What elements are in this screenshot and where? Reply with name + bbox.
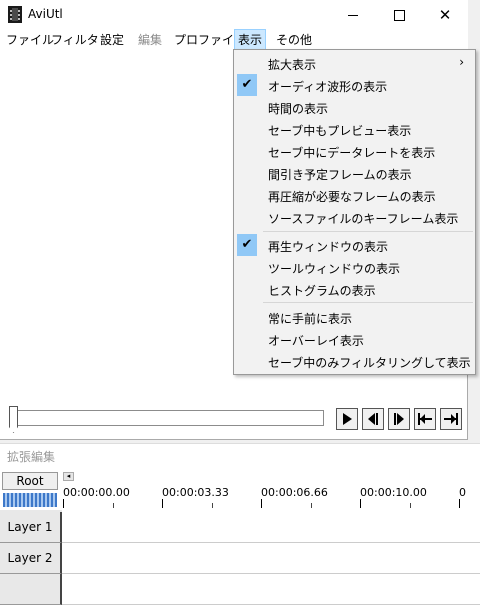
layer-3-header[interactable]: [0, 574, 62, 605]
menu-item-overlay[interactable]: オーバーレイ表示: [235, 328, 474, 350]
view-menu-dropdown: 拡大表示 › ✔ オーディオ波形の表示 時間の表示 セーブ中もプレビュー表示 セ…: [233, 49, 476, 375]
step-back-icon: [368, 413, 378, 425]
root-button[interactable]: Root: [2, 472, 58, 490]
menu-item-recompress-frames[interactable]: 再圧縮が必要なフレームの表示: [235, 184, 474, 206]
time-label: 00:00:00.00: [63, 486, 130, 499]
close-button[interactable]: ✕: [422, 0, 468, 30]
submenu-arrow-icon: ›: [459, 55, 464, 69]
time-label: 00:00:10.00: [360, 486, 427, 499]
menu-item-audio-waveform[interactable]: ✔ オーディオ波形の表示: [235, 74, 474, 96]
layer-1-track[interactable]: [62, 512, 480, 543]
menu-item-label: セーブ中にデータレートを表示: [268, 146, 436, 160]
go-to-end-button[interactable]: [440, 408, 462, 430]
menu-item-data-rate[interactable]: セーブ中にデータレートを表示: [235, 140, 474, 162]
ruler-tick: [261, 499, 262, 508]
layer-2-header[interactable]: Layer 2: [0, 543, 62, 574]
menu-item-always-on-top[interactable]: 常に手前に表示: [235, 306, 474, 328]
layer-1-header[interactable]: Layer 1: [0, 512, 62, 543]
menu-separator: [263, 231, 473, 232]
ruler-tick: [63, 499, 64, 508]
menu-separator: [263, 302, 473, 303]
menu-filter[interactable]: フィルタ: [48, 30, 102, 50]
maximize-button[interactable]: [376, 0, 422, 30]
menu-item-zoom[interactable]: 拡大表示 ›: [235, 52, 474, 74]
menu-item-preview-while-saving[interactable]: セーブ中もプレビュー表示: [235, 118, 474, 140]
next-frame-button[interactable]: [388, 408, 410, 430]
menu-item-label: セーブ中のみフィルタリングして表示: [268, 356, 471, 370]
go-to-start-button[interactable]: [414, 408, 436, 430]
scroll-left-icon[interactable]: ◂: [63, 472, 74, 481]
skip-start-icon: [418, 413, 432, 425]
menu-item-playback-window[interactable]: ✔ 再生ウィンドウの表示: [235, 234, 474, 256]
menu-item-label: ツールウィンドウの表示: [268, 262, 401, 276]
menu-item-filter-only-while-saving[interactable]: セーブ中のみフィルタリングして表示: [235, 350, 474, 372]
maximize-icon: [393, 9, 405, 21]
checkmark-icon: ✔: [237, 74, 257, 96]
layer-2-track[interactable]: [62, 543, 480, 574]
checkmark-icon: ✔: [237, 234, 257, 256]
prev-frame-button[interactable]: [362, 408, 384, 430]
window-title: AviUtl: [28, 7, 63, 21]
minimize-icon: [348, 14, 358, 16]
menu-item-source-keyframes[interactable]: ソースファイルのキーフレーム表示: [235, 206, 474, 228]
film-icon: [8, 6, 22, 23]
menu-item-label: 再生ウィンドウの表示: [268, 240, 389, 254]
close-icon: ✕: [438, 6, 452, 24]
menu-view[interactable]: 表示: [233, 29, 267, 51]
menu-edit[interactable]: 編集: [135, 30, 165, 50]
time-label: 00:00:03.33: [162, 486, 229, 499]
timeline-title-bar[interactable]: 拡張編集: [0, 443, 480, 468]
menu-item-tool-window[interactable]: ツールウィンドウの表示: [235, 256, 474, 278]
menu-bar: ファイル フィルタ 設定 編集 プロファイル 表示 その他: [0, 29, 468, 51]
menu-item-label: セーブ中もプレビュー表示: [268, 124, 412, 138]
menu-other[interactable]: その他: [273, 30, 315, 50]
menu-item-label: ヒストグラムの表示: [268, 284, 376, 298]
layer-3-track[interactable]: [62, 574, 480, 605]
skip-end-icon: [444, 413, 458, 425]
menu-item-label: 常に手前に表示: [268, 312, 353, 326]
time-label: 00:00:06.66: [261, 486, 328, 499]
menu-item-label: 間引き予定フレームの表示: [268, 168, 412, 182]
menu-item-label: ソースファイルのキーフレーム表示: [268, 212, 459, 226]
menu-item-decimated-frames[interactable]: 間引き予定フレームの表示: [235, 162, 474, 184]
menu-item-label: オーディオ波形の表示: [268, 80, 388, 94]
menu-item-histogram[interactable]: ヒストグラムの表示: [235, 278, 474, 300]
ruler-tick: [212, 503, 213, 508]
ruler-tick: [311, 503, 312, 508]
minimize-button[interactable]: [330, 0, 376, 30]
title-bar[interactable]: AviUtl ✕: [0, 0, 468, 30]
ruler-tick: [360, 499, 361, 508]
menu-settings[interactable]: 設定: [97, 30, 127, 50]
timeline-title: 拡張編集: [7, 450, 56, 464]
ruler-tick: [162, 499, 163, 508]
play-button[interactable]: [336, 408, 358, 430]
time-label: 0: [459, 486, 466, 499]
ruler-tick: [410, 503, 411, 508]
menu-item-label: 再圧縮が必要なフレームの表示: [268, 190, 436, 204]
audio-waveform-strip: [3, 493, 57, 507]
menu-item-label: 時間の表示: [268, 102, 329, 116]
seek-handle[interactable]: [9, 406, 18, 433]
menu-item-label: オーバーレイ表示: [268, 334, 364, 348]
menu-item-label: 拡大表示: [268, 58, 317, 72]
step-forward-icon: [394, 413, 404, 425]
menu-item-time-display[interactable]: 時間の表示: [235, 96, 474, 118]
seek-bar[interactable]: [13, 410, 324, 426]
ruler-tick: [459, 499, 460, 508]
ruler-tick: [113, 503, 114, 508]
play-icon: [343, 413, 352, 425]
